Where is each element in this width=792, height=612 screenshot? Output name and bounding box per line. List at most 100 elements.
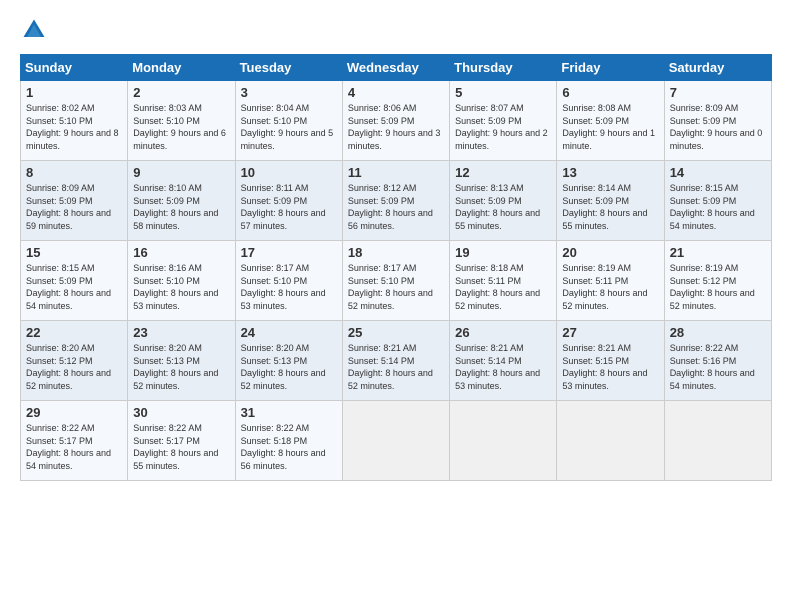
calendar-day-header: Thursday bbox=[450, 55, 557, 81]
cell-info: Sunrise: 8:21 AMSunset: 5:14 PMDaylight:… bbox=[455, 343, 540, 391]
cell-info: Sunrise: 8:19 AMSunset: 5:12 PMDaylight:… bbox=[670, 263, 755, 311]
cell-info: Sunrise: 8:21 AMSunset: 5:14 PMDaylight:… bbox=[348, 343, 433, 391]
calendar-cell: 17 Sunrise: 8:17 AMSunset: 5:10 PMDaylig… bbox=[235, 241, 342, 321]
calendar-cell: 26 Sunrise: 8:21 AMSunset: 5:14 PMDaylig… bbox=[450, 321, 557, 401]
cell-info: Sunrise: 8:06 AMSunset: 5:09 PMDaylight:… bbox=[348, 103, 441, 151]
day-number: 4 bbox=[348, 85, 444, 100]
cell-info: Sunrise: 8:10 AMSunset: 5:09 PMDaylight:… bbox=[133, 183, 218, 231]
calendar-cell: 24 Sunrise: 8:20 AMSunset: 5:13 PMDaylig… bbox=[235, 321, 342, 401]
day-number: 16 bbox=[133, 245, 229, 260]
day-number: 10 bbox=[241, 165, 337, 180]
calendar-cell: 6 Sunrise: 8:08 AMSunset: 5:09 PMDayligh… bbox=[557, 81, 664, 161]
cell-info: Sunrise: 8:08 AMSunset: 5:09 PMDaylight:… bbox=[562, 103, 655, 151]
day-number: 25 bbox=[348, 325, 444, 340]
calendar-cell: 5 Sunrise: 8:07 AMSunset: 5:09 PMDayligh… bbox=[450, 81, 557, 161]
day-number: 23 bbox=[133, 325, 229, 340]
day-number: 2 bbox=[133, 85, 229, 100]
calendar-day-header: Sunday bbox=[21, 55, 128, 81]
calendar-cell: 31 Sunrise: 8:22 AMSunset: 5:18 PMDaylig… bbox=[235, 401, 342, 481]
day-number: 20 bbox=[562, 245, 658, 260]
calendar-cell: 9 Sunrise: 8:10 AMSunset: 5:09 PMDayligh… bbox=[128, 161, 235, 241]
calendar-cell: 3 Sunrise: 8:04 AMSunset: 5:10 PMDayligh… bbox=[235, 81, 342, 161]
calendar-cell: 13 Sunrise: 8:14 AMSunset: 5:09 PMDaylig… bbox=[557, 161, 664, 241]
cell-info: Sunrise: 8:17 AMSunset: 5:10 PMDaylight:… bbox=[348, 263, 433, 311]
day-number: 12 bbox=[455, 165, 551, 180]
calendar-day-header: Wednesday bbox=[342, 55, 449, 81]
cell-info: Sunrise: 8:15 AMSunset: 5:09 PMDaylight:… bbox=[26, 263, 111, 311]
day-number: 17 bbox=[241, 245, 337, 260]
day-number: 29 bbox=[26, 405, 122, 420]
calendar-cell: 1 Sunrise: 8:02 AMSunset: 5:10 PMDayligh… bbox=[21, 81, 128, 161]
day-number: 5 bbox=[455, 85, 551, 100]
calendar-day-header: Tuesday bbox=[235, 55, 342, 81]
day-number: 31 bbox=[241, 405, 337, 420]
calendar-cell: 7 Sunrise: 8:09 AMSunset: 5:09 PMDayligh… bbox=[664, 81, 771, 161]
calendar-week-row: 15 Sunrise: 8:15 AMSunset: 5:09 PMDaylig… bbox=[21, 241, 772, 321]
cell-info: Sunrise: 8:04 AMSunset: 5:10 PMDaylight:… bbox=[241, 103, 334, 151]
cell-info: Sunrise: 8:22 AMSunset: 5:16 PMDaylight:… bbox=[670, 343, 755, 391]
day-number: 1 bbox=[26, 85, 122, 100]
cell-info: Sunrise: 8:22 AMSunset: 5:18 PMDaylight:… bbox=[241, 423, 326, 471]
calendar-day-header: Saturday bbox=[664, 55, 771, 81]
calendar-cell: 20 Sunrise: 8:19 AMSunset: 5:11 PMDaylig… bbox=[557, 241, 664, 321]
day-number: 11 bbox=[348, 165, 444, 180]
day-number: 26 bbox=[455, 325, 551, 340]
calendar-header-row: SundayMondayTuesdayWednesdayThursdayFrid… bbox=[21, 55, 772, 81]
cell-info: Sunrise: 8:12 AMSunset: 5:09 PMDaylight:… bbox=[348, 183, 433, 231]
calendar-cell: 21 Sunrise: 8:19 AMSunset: 5:12 PMDaylig… bbox=[664, 241, 771, 321]
calendar-week-row: 22 Sunrise: 8:20 AMSunset: 5:12 PMDaylig… bbox=[21, 321, 772, 401]
cell-info: Sunrise: 8:15 AMSunset: 5:09 PMDaylight:… bbox=[670, 183, 755, 231]
calendar-cell: 11 Sunrise: 8:12 AMSunset: 5:09 PMDaylig… bbox=[342, 161, 449, 241]
calendar-cell bbox=[664, 401, 771, 481]
calendar-cell: 10 Sunrise: 8:11 AMSunset: 5:09 PMDaylig… bbox=[235, 161, 342, 241]
calendar-cell: 22 Sunrise: 8:20 AMSunset: 5:12 PMDaylig… bbox=[21, 321, 128, 401]
cell-info: Sunrise: 8:17 AMSunset: 5:10 PMDaylight:… bbox=[241, 263, 326, 311]
day-number: 7 bbox=[670, 85, 766, 100]
day-number: 22 bbox=[26, 325, 122, 340]
day-number: 3 bbox=[241, 85, 337, 100]
cell-info: Sunrise: 8:07 AMSunset: 5:09 PMDaylight:… bbox=[455, 103, 548, 151]
calendar-cell bbox=[342, 401, 449, 481]
calendar-body: 1 Sunrise: 8:02 AMSunset: 5:10 PMDayligh… bbox=[21, 81, 772, 481]
logo bbox=[20, 16, 52, 44]
calendar-week-row: 29 Sunrise: 8:22 AMSunset: 5:17 PMDaylig… bbox=[21, 401, 772, 481]
calendar-cell bbox=[557, 401, 664, 481]
day-number: 28 bbox=[670, 325, 766, 340]
cell-info: Sunrise: 8:18 AMSunset: 5:11 PMDaylight:… bbox=[455, 263, 540, 311]
calendar-cell: 18 Sunrise: 8:17 AMSunset: 5:10 PMDaylig… bbox=[342, 241, 449, 321]
day-number: 30 bbox=[133, 405, 229, 420]
day-number: 15 bbox=[26, 245, 122, 260]
calendar-day-header: Friday bbox=[557, 55, 664, 81]
logo-icon bbox=[20, 16, 48, 44]
day-number: 14 bbox=[670, 165, 766, 180]
cell-info: Sunrise: 8:22 AMSunset: 5:17 PMDaylight:… bbox=[133, 423, 218, 471]
calendar-week-row: 1 Sunrise: 8:02 AMSunset: 5:10 PMDayligh… bbox=[21, 81, 772, 161]
calendar-cell bbox=[450, 401, 557, 481]
calendar-cell: 28 Sunrise: 8:22 AMSunset: 5:16 PMDaylig… bbox=[664, 321, 771, 401]
calendar-week-row: 8 Sunrise: 8:09 AMSunset: 5:09 PMDayligh… bbox=[21, 161, 772, 241]
cell-info: Sunrise: 8:02 AMSunset: 5:10 PMDaylight:… bbox=[26, 103, 119, 151]
calendar-cell: 2 Sunrise: 8:03 AMSunset: 5:10 PMDayligh… bbox=[128, 81, 235, 161]
calendar-cell: 29 Sunrise: 8:22 AMSunset: 5:17 PMDaylig… bbox=[21, 401, 128, 481]
calendar-cell: 19 Sunrise: 8:18 AMSunset: 5:11 PMDaylig… bbox=[450, 241, 557, 321]
cell-info: Sunrise: 8:09 AMSunset: 5:09 PMDaylight:… bbox=[670, 103, 763, 151]
day-number: 9 bbox=[133, 165, 229, 180]
cell-info: Sunrise: 8:13 AMSunset: 5:09 PMDaylight:… bbox=[455, 183, 540, 231]
cell-info: Sunrise: 8:22 AMSunset: 5:17 PMDaylight:… bbox=[26, 423, 111, 471]
day-number: 13 bbox=[562, 165, 658, 180]
calendar-table: SundayMondayTuesdayWednesdayThursdayFrid… bbox=[20, 54, 772, 481]
day-number: 18 bbox=[348, 245, 444, 260]
calendar-cell: 8 Sunrise: 8:09 AMSunset: 5:09 PMDayligh… bbox=[21, 161, 128, 241]
calendar-cell: 4 Sunrise: 8:06 AMSunset: 5:09 PMDayligh… bbox=[342, 81, 449, 161]
cell-info: Sunrise: 8:14 AMSunset: 5:09 PMDaylight:… bbox=[562, 183, 647, 231]
calendar-cell: 30 Sunrise: 8:22 AMSunset: 5:17 PMDaylig… bbox=[128, 401, 235, 481]
cell-info: Sunrise: 8:16 AMSunset: 5:10 PMDaylight:… bbox=[133, 263, 218, 311]
day-number: 24 bbox=[241, 325, 337, 340]
cell-info: Sunrise: 8:03 AMSunset: 5:10 PMDaylight:… bbox=[133, 103, 226, 151]
day-number: 8 bbox=[26, 165, 122, 180]
calendar-cell: 16 Sunrise: 8:16 AMSunset: 5:10 PMDaylig… bbox=[128, 241, 235, 321]
cell-info: Sunrise: 8:09 AMSunset: 5:09 PMDaylight:… bbox=[26, 183, 111, 231]
calendar-cell: 15 Sunrise: 8:15 AMSunset: 5:09 PMDaylig… bbox=[21, 241, 128, 321]
cell-info: Sunrise: 8:11 AMSunset: 5:09 PMDaylight:… bbox=[241, 183, 326, 231]
cell-info: Sunrise: 8:21 AMSunset: 5:15 PMDaylight:… bbox=[562, 343, 647, 391]
